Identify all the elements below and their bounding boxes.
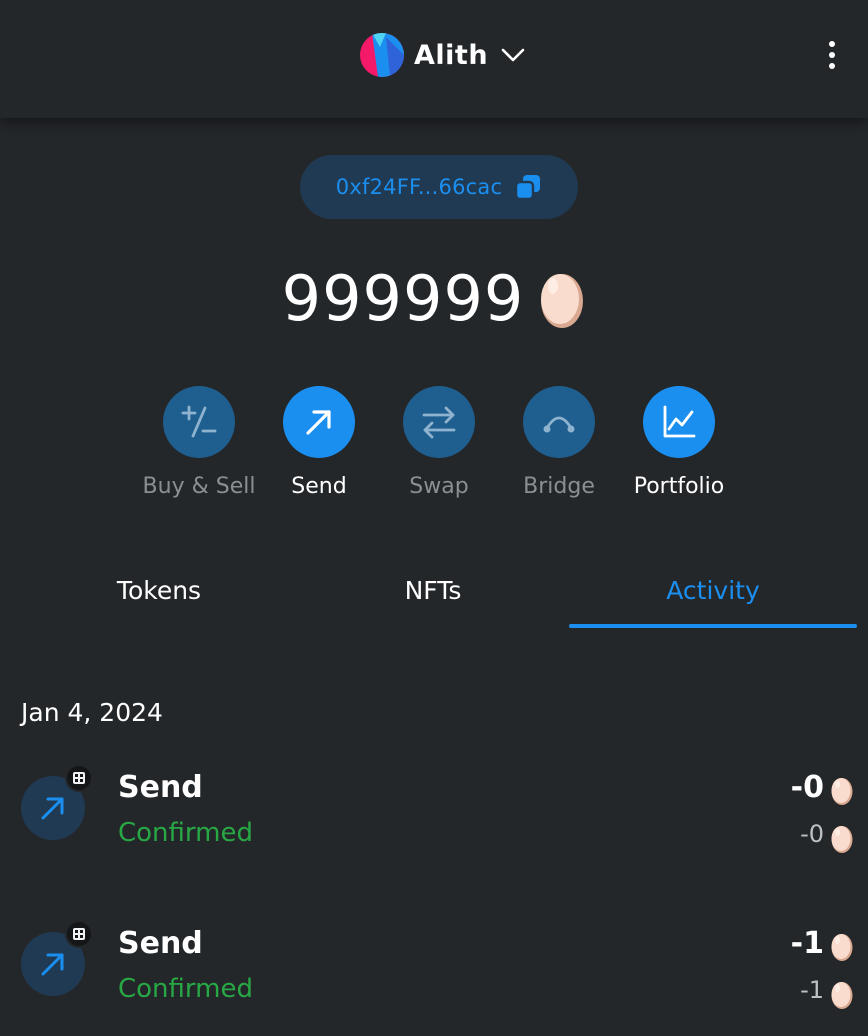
tx-title: Send (118, 926, 203, 961)
bridge-button[interactable]: Bridge (489, 386, 629, 499)
account-name: Alith (414, 39, 489, 71)
network-badge-icon (65, 920, 93, 948)
portfolio-label: Portfolio (633, 474, 725, 499)
chevron-down-icon (501, 48, 525, 62)
tx-fiat-amount: -0 (800, 820, 824, 848)
address-copy-button[interactable]: 0xf24FF...66cac (300, 155, 578, 219)
egg-icon (831, 934, 853, 961)
jazzicon-avatar (360, 33, 404, 77)
send-button[interactable]: Send (249, 386, 389, 499)
egg-icon (831, 982, 853, 1009)
tx-status: Confirmed (118, 818, 253, 848)
bridge-circle (523, 386, 595, 458)
balance-display: 999999 (0, 256, 868, 340)
swap-circle (403, 386, 475, 458)
activity-list-item[interactable]: Send Confirmed -0 -0 (0, 764, 868, 880)
tab-activity[interactable]: Activity (569, 560, 857, 622)
network-badge-icon (65, 764, 93, 792)
activity-date-header: Jan 4, 2024 (21, 698, 163, 727)
tx-title: Send (118, 770, 203, 805)
send-label: Send (291, 474, 347, 499)
egg-icon (541, 274, 584, 328)
swap-arrows-icon (422, 406, 456, 439)
swap-label: Swap (409, 474, 469, 499)
portfolio-circle (643, 386, 715, 458)
copy-icon (514, 175, 541, 201)
activity-list-item[interactable]: Send Confirmed -1 -1 (0, 920, 868, 1036)
egg-icon (831, 778, 853, 805)
buy-sell-button[interactable]: Buy & Sell (129, 386, 269, 499)
tab-tokens[interactable]: Tokens (20, 560, 298, 622)
tx-status: Confirmed (118, 974, 253, 1004)
balance-amount: 999999 (281, 261, 525, 335)
plus-minus-icon (181, 405, 217, 438)
tx-amount: -0 (790, 770, 824, 805)
arrow-up-right-icon (41, 953, 64, 976)
arrow-up-right-icon (41, 797, 64, 820)
bridge-label: Bridge (523, 474, 595, 499)
bridge-icon (543, 416, 575, 433)
swap-button[interactable]: Swap (369, 386, 509, 499)
send-circle (283, 386, 355, 458)
kebab-menu-icon[interactable] (818, 38, 846, 72)
tab-nfts[interactable]: NFTs (294, 560, 572, 622)
buy-sell-circle (163, 386, 235, 458)
portfolio-button[interactable]: Portfolio (609, 386, 749, 499)
account-picker[interactable]: Alith (360, 33, 526, 77)
chart-icon (663, 405, 696, 438)
egg-icon (831, 826, 853, 853)
buy-sell-label: Buy & Sell (142, 474, 256, 499)
account-address: 0xf24FF...66cac (335, 175, 503, 199)
arrow-up-right-icon (306, 410, 331, 435)
app-header: Alith (0, 0, 868, 118)
tx-amount: -1 (790, 926, 824, 961)
tab-bar: Tokens NFTs Activity (0, 560, 868, 630)
active-tab-indicator (569, 624, 857, 628)
tx-fiat-amount: -1 (800, 976, 824, 1004)
